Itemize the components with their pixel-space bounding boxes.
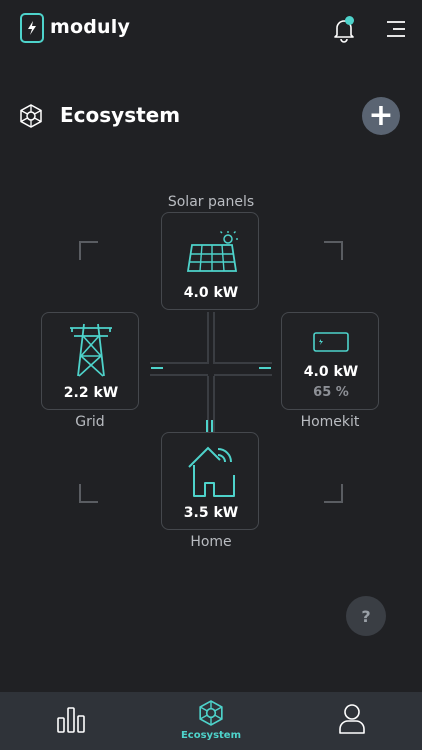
homekit-tile[interactable]: 4.0 kW 65 % (281, 312, 379, 410)
connector-homekit (214, 362, 272, 364)
user-icon[interactable] (338, 703, 366, 735)
notification-dot (345, 16, 354, 25)
connector-homekit-2 (214, 374, 272, 376)
logo-icon (20, 13, 44, 43)
connector-grid (150, 362, 208, 364)
power-tower-icon (70, 323, 112, 377)
homekit-label: Homekit (300, 414, 360, 430)
connector-solar-2 (213, 312, 215, 364)
solar-value: 4.0 kW (183, 285, 239, 301)
connector-solar (207, 312, 209, 364)
solar-label: Solar panels (167, 194, 255, 210)
ecosystem-nav-icon[interactable] (198, 700, 224, 726)
hamburger-menu-icon[interactable] (385, 18, 407, 40)
grid-label: Grid (75, 414, 105, 430)
homekit-value: 4.0 kW (303, 364, 359, 380)
page-title: Ecosystem (60, 103, 181, 127)
nav-ecosystem-label[interactable]: Ecosystem (170, 730, 252, 741)
smart-home-icon (188, 446, 235, 497)
homekit-battery: 65 % (313, 385, 349, 400)
brand-name: moduly (50, 16, 131, 38)
home-value: 3.5 kW (183, 505, 239, 521)
grid-tile[interactable]: 2.2 kW (41, 312, 139, 410)
flow-indicator-homekit (259, 367, 271, 369)
bar-chart-icon[interactable] (56, 704, 86, 734)
ecosystem-icon (20, 104, 42, 128)
connector-grid-2 (150, 374, 208, 376)
add-button[interactable]: + (362, 97, 400, 135)
flow-indicator-home-2 (211, 420, 213, 432)
flow-indicator-home (206, 420, 208, 432)
battery-icon (313, 332, 349, 352)
home-tile[interactable]: 3.5 kW (161, 432, 259, 530)
help-button[interactable]: ? (346, 596, 386, 636)
solar-tile[interactable]: 4.0 kW (161, 212, 259, 310)
grid-value: 2.2 kW (63, 385, 119, 401)
flow-indicator-grid (151, 367, 163, 369)
home-label: Home (190, 534, 232, 550)
connector-home-2 (213, 376, 215, 432)
solar-panel-icon (186, 231, 238, 272)
